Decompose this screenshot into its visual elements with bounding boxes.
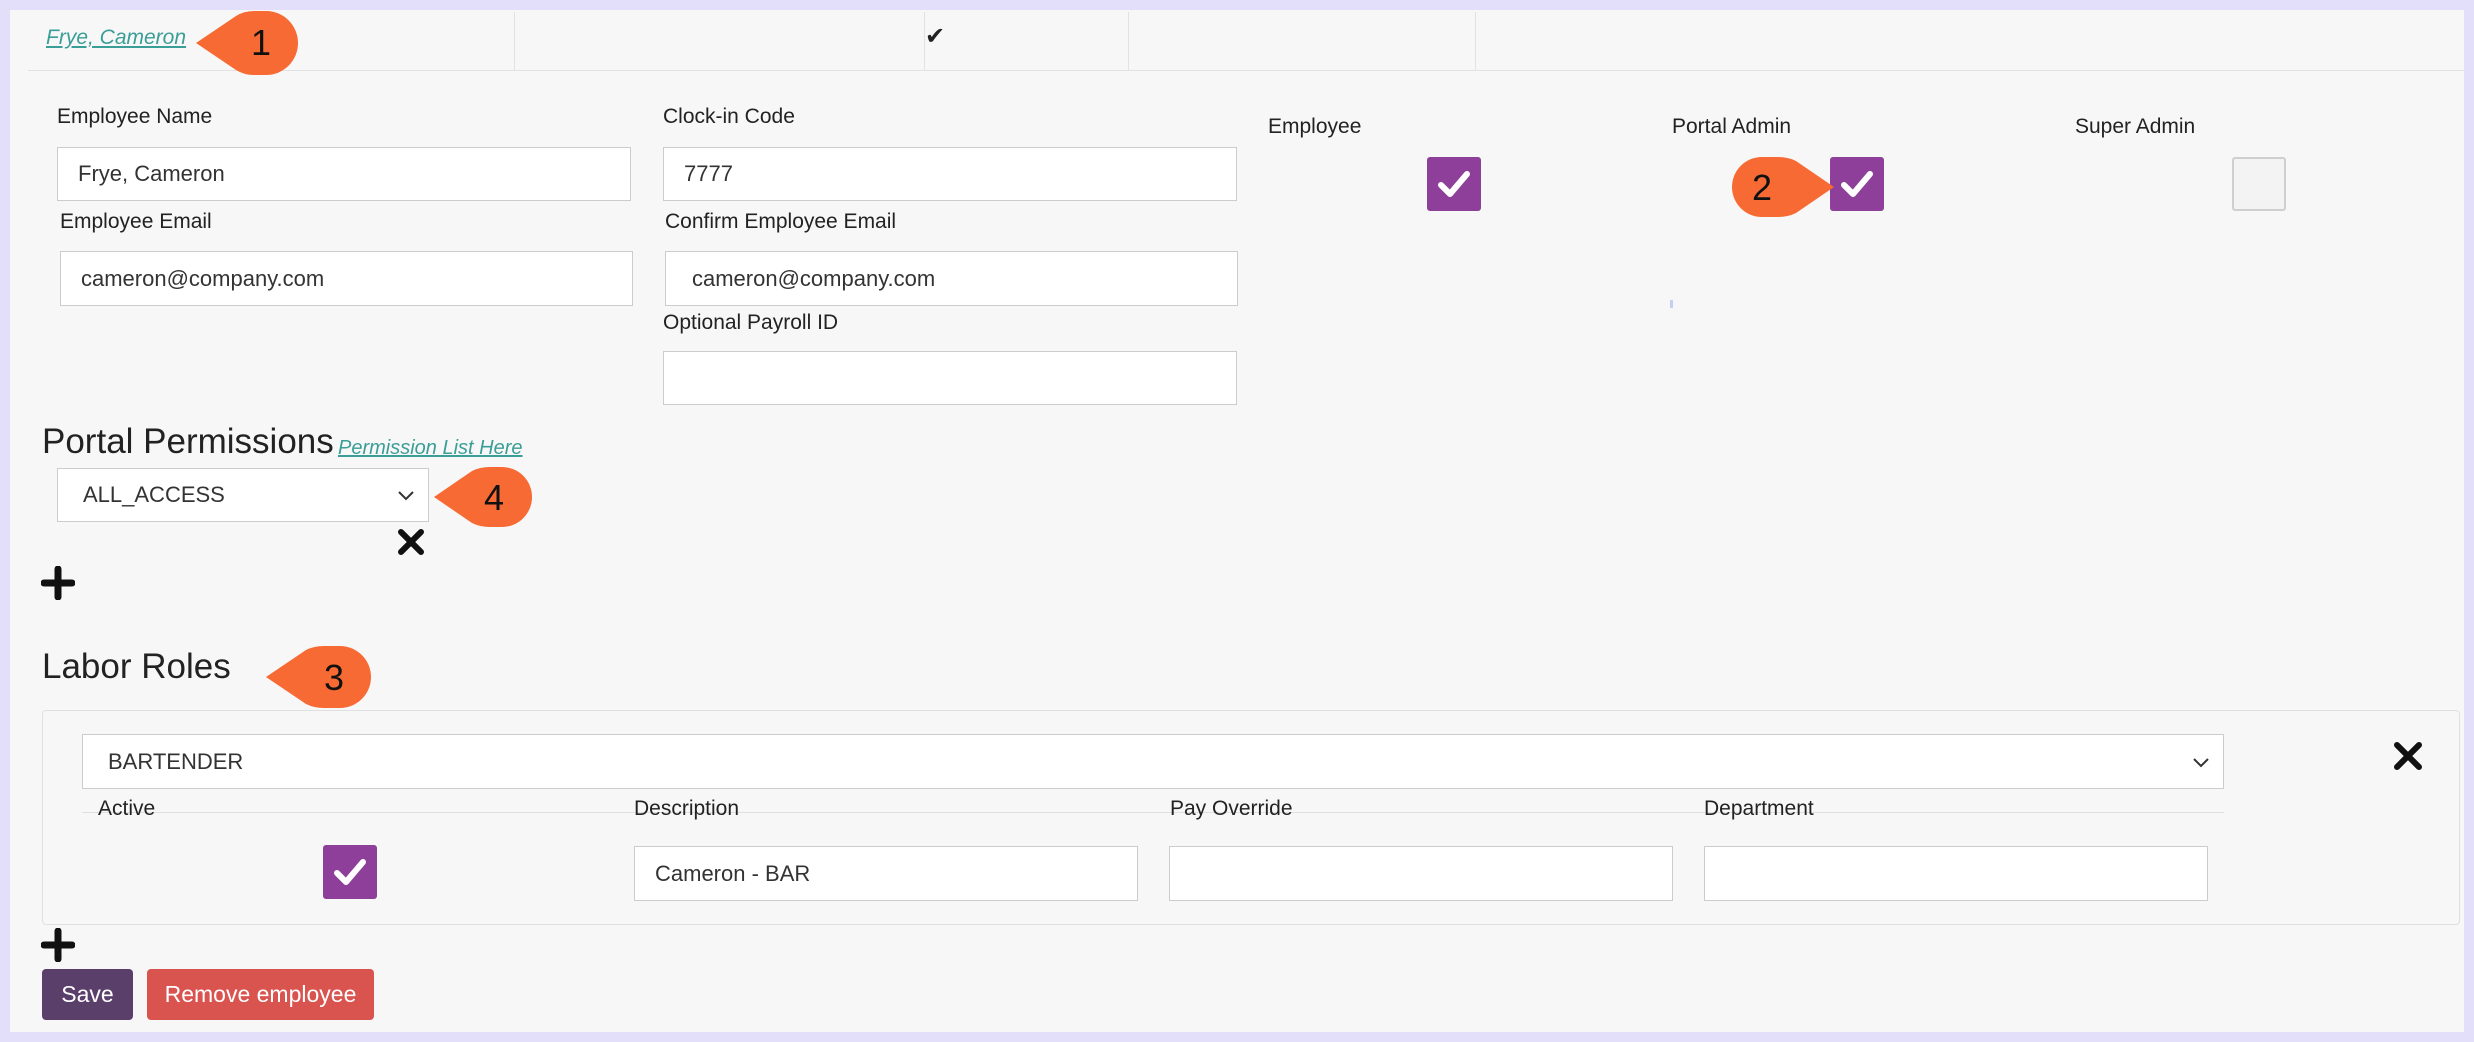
department-input[interactable] <box>1704 846 2208 901</box>
callout-badge-4: 4 <box>434 465 534 529</box>
clockin-code-label: Clock-in Code <box>663 105 795 128</box>
remove-permission-icon[interactable] <box>394 525 428 559</box>
chevron-down-icon <box>2193 757 2209 767</box>
employee-email-input[interactable]: cameron@company.com <box>60 251 633 306</box>
department-column-label: Department <box>1704 797 1814 820</box>
callout-badge-1: 1 <box>196 10 300 78</box>
employee-name-link[interactable]: Frye, Cameron <box>46 26 186 50</box>
labor-role-description-input[interactable]: Cameron - BAR <box>634 846 1138 901</box>
loading-indicator <box>1670 300 1673 308</box>
employee-name-input[interactable]: Frye, Cameron <box>57 147 631 201</box>
employee-list-row[interactable] <box>28 12 2464 71</box>
employee-flag-label: Employee <box>1268 115 1362 138</box>
labor-role-select[interactable]: BARTENDER <box>82 734 2224 789</box>
employee-name-label: Employee Name <box>57 105 213 128</box>
permission-select-value: ALL_ACCESS <box>83 482 225 507</box>
callout-badge-2: 2 <box>1730 155 1834 219</box>
pay-override-input[interactable] <box>1169 846 1673 901</box>
portal-permissions-heading: Portal Permissions <box>42 422 334 461</box>
confirm-email-label: Confirm Employee Email <box>665 210 897 233</box>
super-admin-checkbox[interactable] <box>2232 157 2286 211</box>
column-divider <box>1128 12 1129 70</box>
payroll-id-input[interactable] <box>663 351 1237 405</box>
column-divider <box>1475 12 1476 70</box>
add-permission-icon[interactable] <box>40 565 76 601</box>
pay-override-column-label: Pay Override <box>1170 797 1293 820</box>
permission-list-link[interactable]: Permission List Here <box>338 437 523 460</box>
active-column-label: Active <box>98 797 156 820</box>
column-divider <box>514 12 515 70</box>
chevron-down-icon <box>398 491 414 501</box>
clockin-code-input[interactable]: 7777 <box>663 147 1237 201</box>
payroll-id-label: Optional Payroll ID <box>663 311 839 334</box>
portal-admin-label: Portal Admin <box>1672 115 1792 138</box>
remove-employee-button[interactable]: Remove employee <box>147 969 374 1020</box>
checkmark-icon <box>334 859 366 885</box>
checkmark-icon <box>1438 171 1470 197</box>
callout-badge-3: 3 <box>266 644 376 710</box>
save-button[interactable]: Save <box>42 969 133 1020</box>
checkmark-icon <box>1841 171 1873 197</box>
labor-role-select-value: BARTENDER <box>108 748 244 774</box>
remove-labor-role-icon[interactable] <box>2390 738 2426 774</box>
permission-select[interactable]: ALL_ACCESS <box>57 468 429 522</box>
column-header-divider <box>82 812 2224 813</box>
super-admin-label: Super Admin <box>2075 115 2196 138</box>
employee-checkbox[interactable] <box>1427 157 1481 211</box>
check-icon: ✔ <box>925 23 946 50</box>
labor-role-active-checkbox[interactable] <box>323 845 377 899</box>
portal-admin-checkbox[interactable] <box>1830 157 1884 211</box>
add-labor-role-icon[interactable] <box>40 927 76 963</box>
employee-panel: Frye, Cameron ✔ 1 Employee Name Frye, Ca… <box>10 10 2464 1032</box>
labor-roles-heading: Labor Roles <box>42 647 231 686</box>
description-column-label: Description <box>634 797 740 820</box>
confirm-email-input[interactable]: cameron@company.com <box>665 251 1238 306</box>
employee-email-label: Employee Email <box>60 210 212 233</box>
